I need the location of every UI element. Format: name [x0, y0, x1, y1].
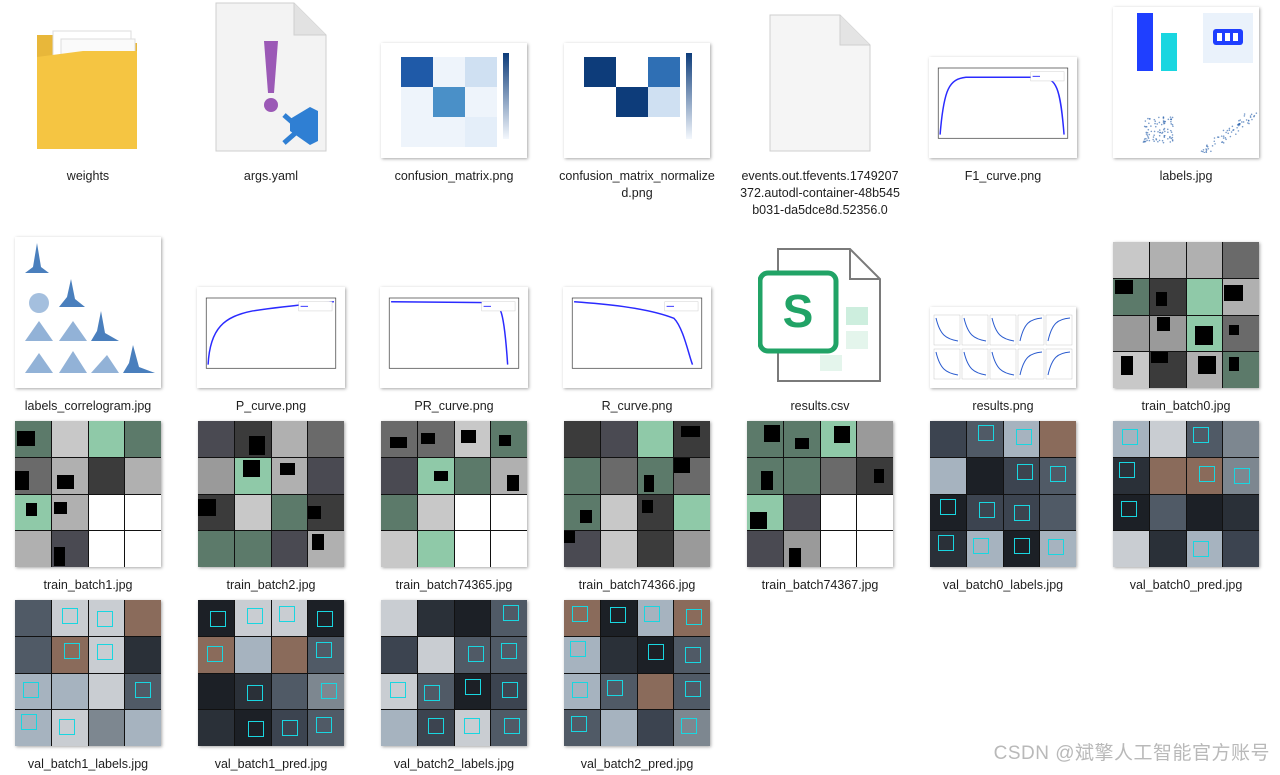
file-item-results-png[interactable]: results.png [918, 238, 1088, 413]
file-item-train-batch74365-jpg[interactable]: train_batch74365.jpg [369, 417, 539, 592]
file-name-label: weights [66, 169, 110, 183]
image-thumbnail [1101, 238, 1271, 388]
file-item-val-batch0-pred-jpg[interactable]: val_batch0_pred.jpg [1101, 417, 1271, 592]
image-thumbnail [918, 8, 1088, 158]
image-thumbnail [186, 238, 356, 388]
image-thumbnail [3, 237, 173, 388]
file-name-label: R_curve.png [601, 399, 673, 413]
blank-file-icon [735, 8, 905, 158]
file-item-labels-jpg[interactable]: labels.jpg [1101, 7, 1271, 183]
file-name-label: val_batch1_pred.jpg [214, 757, 328, 771]
file-name-label: val_batch0_pred.jpg [1129, 578, 1243, 592]
file-item-val-batch2-pred-jpg[interactable]: val_batch2_pred.jpg [552, 596, 722, 771]
file-item-f1-curve-png[interactable]: F1_curve.png [918, 8, 1088, 183]
file-item-val-batch1-labels-jpg[interactable]: val_batch1_labels.jpg [3, 596, 173, 771]
file-name-label: val_batch2_pred.jpg [580, 757, 694, 771]
file-item-weights[interactable]: weights [3, 8, 173, 183]
image-thumbnail [1101, 7, 1271, 158]
file-name-label: train_batch74367.jpg [761, 578, 879, 592]
file-item-train-batch74367-jpg[interactable]: train_batch74367.jpg [735, 417, 905, 592]
file-name-label: labels.jpg [1159, 169, 1213, 183]
file-name-label: args.yaml [243, 169, 299, 183]
file-name-label: train_batch74365.jpg [395, 578, 513, 592]
file-name-label: train_batch0.jpg [1141, 399, 1231, 413]
image-thumbnail [918, 417, 1088, 567]
file-name-label: F1_curve.png [964, 169, 1042, 183]
file-item-confusion-matrix-png[interactable]: confusion_matrix.png [369, 8, 539, 183]
file-item-confusion-matrix-normalized-png[interactable]: confusion_matrix_normalized.png [552, 8, 722, 200]
file-name-label: events.out.tfevents.1749207372.autodl-co… [740, 169, 900, 217]
file-item-p-curve-png[interactable]: P_curve.png [186, 238, 356, 413]
image-thumbnail [369, 238, 539, 388]
image-thumbnail [186, 596, 356, 746]
file-item-train-batch0-jpg[interactable]: train_batch0.jpg [1101, 238, 1271, 413]
file-item-train-batch2-jpg[interactable]: train_batch2.jpg [186, 417, 356, 592]
file-name-label: results.png [972, 399, 1034, 413]
watermark: CSDN @斌擎人工智能官方账号 [993, 743, 1270, 764]
image-thumbnail [369, 8, 539, 158]
image-thumbnail [918, 238, 1088, 388]
file-item-pr-curve-png[interactable]: PR_curve.png [369, 238, 539, 413]
file-item-val-batch2-labels-jpg[interactable]: val_batch2_labels.jpg [369, 596, 539, 771]
file-item-val-batch1-pred-jpg[interactable]: val_batch1_pred.jpg [186, 596, 356, 771]
image-thumbnail [735, 417, 905, 567]
svg-text:S: S [783, 285, 814, 337]
file-name-label: train_batch2.jpg [226, 578, 316, 592]
folder-icon [3, 8, 173, 158]
file-name-label: results.csv [790, 399, 850, 413]
file-name-label: train_batch74366.jpg [578, 578, 696, 592]
file-item-val-batch0-labels-jpg[interactable]: val_batch0_labels.jpg [918, 417, 1088, 592]
image-thumbnail [552, 8, 722, 158]
file-name-label: val_batch2_labels.jpg [393, 757, 515, 771]
image-thumbnail [186, 417, 356, 567]
image-thumbnail [1101, 417, 1271, 567]
image-thumbnail [3, 596, 173, 746]
file-name-label: confusion_matrix_normalized.png [559, 169, 715, 200]
file-item-events-out-tfevents-1749207372-autodl-container-48b545b031-da5dce8d-52356-0[interactable]: events.out.tfevents.1749207372.autodl-co… [735, 8, 905, 217]
file-name-label: PR_curve.png [414, 399, 494, 413]
image-thumbnail [552, 238, 722, 388]
image-thumbnail [369, 596, 539, 746]
file-name-label: P_curve.png [235, 399, 307, 413]
file-name-label: confusion_matrix.png [394, 169, 514, 183]
file-name-label: labels_correlogram.jpg [24, 399, 152, 413]
file-name-label: val_batch0_labels.jpg [942, 578, 1064, 592]
file-item-train-batch1-jpg[interactable]: train_batch1.jpg [3, 417, 173, 592]
file-name-label: val_batch1_labels.jpg [27, 757, 149, 771]
csv-file-icon: S [735, 238, 905, 388]
file-item-labels-correlogram-jpg[interactable]: labels_correlogram.jpg [3, 237, 173, 413]
file-item-train-batch74366-jpg[interactable]: train_batch74366.jpg [552, 417, 722, 592]
image-thumbnail [369, 417, 539, 567]
image-thumbnail [552, 417, 722, 567]
image-thumbnail [3, 417, 173, 567]
image-thumbnail [552, 596, 722, 746]
file-item-args-yaml[interactable]: args.yaml [186, 2, 356, 183]
file-name-label: train_batch1.jpg [43, 578, 133, 592]
file-item-r-curve-png[interactable]: R_curve.png [552, 238, 722, 413]
file-item-results-csv[interactable]: S results.csv [735, 238, 905, 413]
yaml-file-icon [186, 2, 356, 158]
